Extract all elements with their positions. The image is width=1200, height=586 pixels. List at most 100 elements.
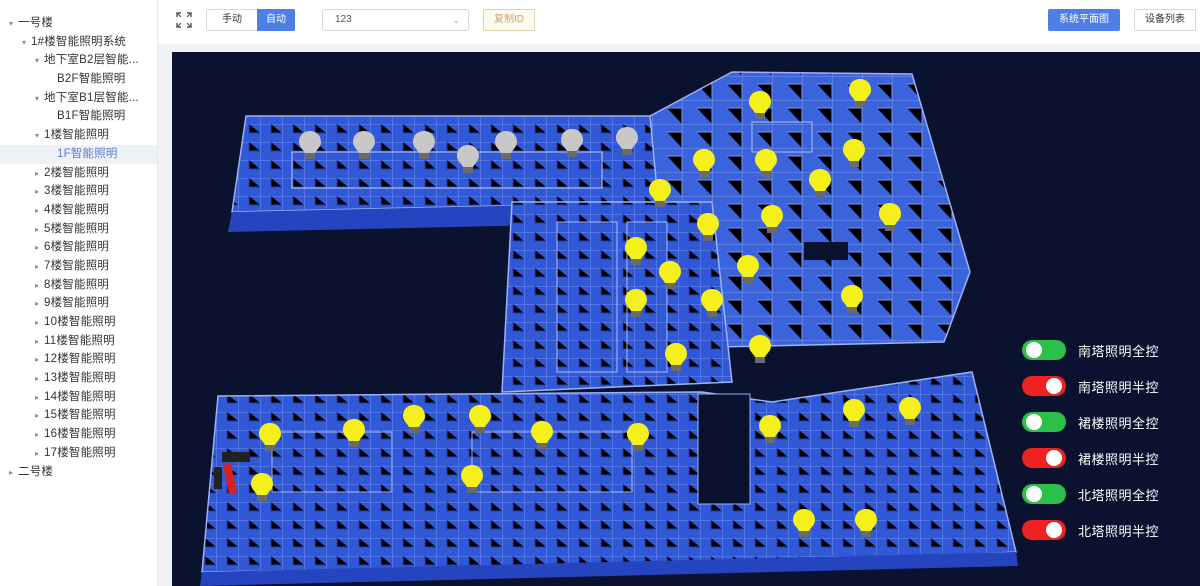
tree-node-label: 12楼智能照明 (44, 353, 116, 366)
lighting-control-label: 北塔照明全控 (1078, 487, 1160, 503)
tree-node-label: 14楼智能照明 (44, 390, 116, 403)
tree-node[interactable]: ▾ 1楼智能照明 (0, 126, 157, 145)
tree-node-label: 16楼智能照明 (44, 428, 116, 441)
tree-node[interactable]: ▸ 4楼智能照明 (0, 201, 157, 220)
tree-node-label: 8楼智能照明 (44, 278, 110, 291)
tree-node-label: 17楼智能照明 (44, 446, 116, 459)
tree-node-label: 2楼智能照明 (44, 166, 110, 179)
chevron-down-icon: ⌄ (452, 15, 460, 25)
sidebar-tree-panel: ▾ 一号楼 ▾ 1#楼智能照明系统 ▾ 地下室B2层智能... B2F智能照明 ▾ 地下室B1层… (0, 0, 158, 586)
expand-icon[interactable] (176, 12, 192, 28)
caret-right-icon[interactable]: ▸ (32, 314, 42, 332)
caret-right-icon[interactable]: ▸ (32, 258, 42, 276)
tree-node-label: 15楼智能照明 (44, 409, 116, 422)
tree-node[interactable]: ▸ 2楼智能照明 (0, 164, 157, 183)
lighting-toggle[interactable] (1022, 520, 1066, 540)
lighting-toggle[interactable] (1022, 484, 1066, 504)
system-floor-plan-button[interactable]: 系统平面图 (1048, 9, 1120, 31)
caret-down-icon[interactable]: ▾ (32, 127, 42, 145)
tree-node-label: 10楼智能照明 (44, 316, 116, 328)
tree-node[interactable]: ▸ 10楼智能照明 (0, 313, 157, 332)
lighting-control-label: 南塔照明全控 (1078, 343, 1160, 359)
tree-node[interactable]: ▸ 9楼智能照明 (0, 294, 157, 313)
caret-right-icon[interactable]: ▸ (32, 351, 42, 369)
tree-node-label: 二号楼 (18, 465, 54, 478)
caret-right-icon[interactable]: ▸ (32, 445, 42, 463)
tree-node-label: 4楼智能照明 (44, 203, 110, 216)
tree-node[interactable]: ▸ 16楼智能照明 (0, 425, 157, 444)
toggle-knob (1046, 450, 1062, 466)
lighting-toggle[interactable] (1022, 412, 1066, 432)
toggle-knob (1026, 414, 1042, 430)
toggle-knob (1046, 522, 1062, 538)
device-list-button[interactable]: 设备列表 (1134, 9, 1196, 31)
caret-right-icon[interactable]: ▸ (32, 407, 42, 425)
caret-down-icon[interactable]: ▾ (32, 52, 42, 70)
tree-node-label: 一号楼 (18, 17, 54, 29)
tree-node-label: 7楼智能照明 (44, 259, 110, 272)
tree-node[interactable]: ▸ 5楼智能照明 (0, 220, 157, 239)
caret-right-icon[interactable]: ▸ (32, 295, 42, 313)
toggle-knob (1026, 486, 1042, 502)
caret-down-icon[interactable]: ▾ (19, 34, 29, 52)
tree-node-label: B2F智能照明 (57, 73, 126, 86)
light-bulb-on-icon[interactable] (749, 335, 771, 363)
caret-right-icon[interactable]: ▸ (32, 239, 42, 257)
copy-id-button[interactable]: 复制ID (483, 9, 535, 31)
tree-node[interactable]: ▾ 地下室B2层智能... (0, 51, 157, 70)
lighting-toggle[interactable] (1022, 376, 1066, 396)
tree-node[interactable]: ▸ 6楼智能照明 (0, 238, 157, 257)
tree-node-label: 6楼智能照明 (44, 241, 110, 254)
tree-node[interactable]: B2F智能照明 (0, 70, 157, 89)
caret-right-icon[interactable]: ▸ (32, 165, 42, 183)
tree-node[interactable]: B1F智能照明 (0, 107, 157, 126)
tree-node[interactable]: ▾ 1#楼智能照明系统 (0, 33, 157, 52)
tree-node[interactable]: ▸ 7楼智能照明 (0, 257, 157, 276)
tree-node[interactable]: ▸ 15楼智能照明 (0, 406, 157, 425)
lighting-control-row: 北塔照明全控 (1022, 476, 1182, 512)
tree-node-label: 地下室B2层智能... (44, 54, 139, 67)
tree-node-label: 9楼智能照明 (44, 297, 110, 310)
lighting-control-row: 南塔照明半控 (1022, 368, 1182, 404)
caret-right-icon[interactable]: ▸ (32, 333, 42, 351)
tree-node-label: 1楼智能照明 (44, 129, 110, 142)
tree-node[interactable]: ▾ 一号楼 (0, 14, 157, 33)
tree-node[interactable]: ▸ 13楼智能照明 (0, 369, 157, 388)
manual-mode-button[interactable]: 手动 (206, 9, 258, 31)
tree-node[interactable]: ▸ 17楼智能照明 (0, 444, 157, 463)
caret-down-icon[interactable]: ▾ (32, 90, 42, 108)
lighting-control-panel: 南塔照明全控 南塔照明半控 裙楼照明全控 裙楼照明半控 北塔照明全控 北塔照明半控 (1022, 332, 1182, 548)
tree-node[interactable]: 1F智能照明 (0, 144, 157, 164)
tree-node[interactable]: ▸ 12楼智能照明 (0, 350, 157, 369)
tree-node[interactable]: ▸ 3楼智能照明 (0, 182, 157, 201)
lighting-toggle[interactable] (1022, 340, 1066, 360)
tree-node[interactable]: ▸ 二号楼 (0, 463, 157, 482)
tree-node[interactable]: ▾ 地下室B1层智能... (0, 89, 157, 108)
tree-node-label: 13楼智能照明 (44, 372, 116, 385)
lighting-control-row: 裙楼照明全控 (1022, 404, 1182, 440)
building-tree: ▾ 一号楼 ▾ 1#楼智能照明系统 ▾ 地下室B2层智能... B2F智能照明 ▾ 地下室B1层… (0, 0, 157, 481)
lighting-control-label: 北塔照明半控 (1078, 523, 1160, 539)
toolbar: 手动 自动 123 ⌄ 复制ID 系统平面图 设备列表 (158, 0, 1200, 44)
caret-down-icon[interactable]: ▾ (6, 15, 16, 33)
tree-node-label: 1#楼智能照明系统 (31, 35, 127, 48)
tree-node[interactable]: ▸ 11楼智能照明 (0, 332, 157, 351)
tree-node-label: 3楼智能照明 (44, 185, 110, 198)
caret-right-icon[interactable]: ▸ (32, 426, 42, 444)
tree-node-label: 地下室B1层智能... (44, 91, 139, 104)
floor-3d-view[interactable]: 南塔照明全控 南塔照明半控 裙楼照明全控 裙楼照明半控 北塔照明全控 北塔照明半控 (172, 52, 1200, 586)
caret-right-icon[interactable]: ▸ (32, 370, 42, 388)
caret-right-icon[interactable]: ▸ (32, 277, 42, 295)
caret-right-icon[interactable]: ▸ (6, 464, 16, 482)
tree-node[interactable]: ▸ 8楼智能照明 (0, 276, 157, 295)
device-select[interactable]: 123 ⌄ (322, 9, 469, 31)
lighting-control-row: 北塔照明半控 (1022, 512, 1182, 548)
auto-mode-button[interactable]: 自动 (257, 9, 295, 31)
tree-node[interactable]: ▸ 14楼智能照明 (0, 388, 157, 407)
lighting-toggle[interactable] (1022, 448, 1066, 468)
tree-node-label: 1F智能照明 (57, 147, 118, 160)
caret-right-icon[interactable]: ▸ (32, 389, 42, 407)
caret-right-icon[interactable]: ▸ (32, 183, 42, 201)
caret-right-icon[interactable]: ▸ (32, 221, 42, 239)
caret-right-icon[interactable]: ▸ (32, 202, 42, 220)
